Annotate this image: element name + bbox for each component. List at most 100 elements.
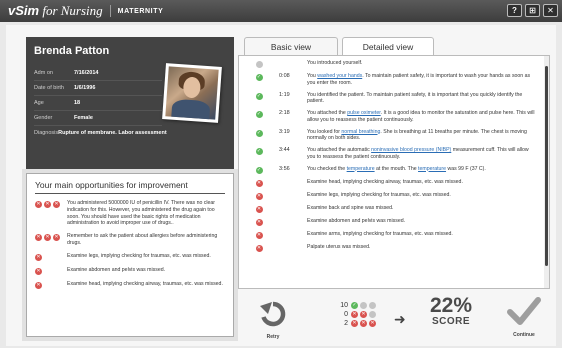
field-value: 7/16/2014: [74, 69, 99, 76]
log-status: ✕: [239, 205, 279, 213]
field-value: Rupture of membrane. Labor assessment: [58, 130, 167, 136]
error-icon: ✕: [255, 205, 263, 213]
log-status: ✕: [239, 244, 279, 252]
error-icon: ✕: [255, 192, 263, 200]
log-text-part: was 99 F (37 C).: [446, 165, 486, 172]
checkmark-icon: [507, 297, 541, 325]
log-entry: ✕ Examine head, implying checking airway,…: [239, 179, 549, 187]
improvement-item: ✕ Examine legs, implying checking for tra…: [35, 253, 225, 261]
log-status: ✕: [239, 231, 279, 239]
field-value: 18: [74, 100, 81, 106]
log-entry: ✓ 1:19 You identified the patient. To main…: [239, 92, 549, 106]
log-scrollbar-thumb[interactable]: [545, 66, 548, 266]
log-text: Examine abdomen and pelvis was missed.: [307, 218, 537, 225]
log-link[interactable]: washed your hands: [317, 73, 362, 79]
field-label: Age: [34, 100, 44, 106]
log-link[interactable]: pulse oximeter: [347, 110, 380, 116]
tab-basic-view[interactable]: Basic view: [244, 37, 338, 55]
retry-label: Retry: [266, 334, 280, 340]
improvement-item: ✕ ✕ ✕ Remember to ask the patient about all…: [35, 233, 225, 247]
error-icon: ✕: [53, 234, 60, 241]
log-entry: ✕ Examine back and spine was missed.: [239, 205, 549, 213]
log-entry: ✓ 3:56 You checked the temperature at the …: [239, 166, 549, 174]
log-text-part: You checked the: [307, 165, 347, 172]
log-text: Examine back and spine was missed.: [307, 205, 537, 212]
count-number: 10: [340, 302, 348, 309]
check-icon: ✓: [255, 166, 263, 174]
count-row: 10 ✓: [338, 301, 376, 310]
improvement-icons: ✕ ✕ ✕: [35, 233, 67, 247]
event-log: You introduced yourself. ✓ 0:08 You washed …: [238, 55, 550, 289]
log-link[interactable]: temperature: [418, 166, 446, 172]
title-divider: [109, 5, 111, 17]
check-icon: ✓: [255, 92, 263, 100]
patient-photo-image: [165, 66, 219, 120]
view-tabs: Basic view Detailed view: [244, 37, 434, 55]
retry-button[interactable]: Retry: [258, 301, 288, 340]
patient-card: Brenda Patton Adm on 7/16/2014 Date of bi…: [26, 37, 234, 173]
log-status: ✓: [239, 73, 279, 81]
window-controls: ? ⊞ ✕: [507, 4, 558, 17]
log-time: 1:19: [279, 91, 290, 98]
event-log-list: You introduced yourself. ✓ 0:08 You washed …: [239, 60, 549, 252]
log-link[interactable]: normal breathing: [341, 129, 380, 135]
log-text: You looked for normal breathing. She is …: [307, 129, 537, 143]
score-display: 22% SCORE: [430, 295, 472, 327]
check-icon: ✓: [351, 302, 358, 309]
help-button[interactable]: ?: [507, 4, 522, 17]
count-dots: ✓: [351, 302, 376, 309]
improvement-title: Your main opportunities for improvement: [35, 180, 225, 194]
log-text: You introduced yourself.: [307, 60, 537, 67]
log-text-part: You attached the automatic: [307, 147, 372, 153]
close-button[interactable]: ✕: [543, 4, 558, 17]
continue-label: Continue: [513, 332, 535, 338]
log-time: 3:44: [279, 147, 290, 153]
score-value: 22%: [430, 294, 473, 317]
log-text-part: Palpate uterus was missed.: [307, 243, 371, 250]
improvement-text: Examine head, implying checking airway, …: [67, 280, 223, 287]
log-text-part: Examine back and spine was missed.: [307, 204, 394, 211]
patient-name: Brenda Patton: [34, 45, 110, 57]
improvement-panel: Your main opportunities for improvement …: [26, 173, 234, 337]
log-text-part: Examine legs, implying checking for trau…: [307, 191, 451, 198]
error-icon: ✕: [360, 311, 367, 318]
improvement-item: ✕ ✕ ✕ You administered 5000000 IU of penici…: [35, 200, 225, 227]
count-dots: ✕ ✕ ✕: [351, 320, 376, 327]
log-scrollbar[interactable]: [544, 56, 549, 288]
error-icon: ✕: [255, 179, 263, 187]
log-entry: ✕ Examine abdomen and pelvis was missed.: [239, 218, 549, 226]
score-label: SCORE: [431, 316, 471, 327]
field-label: Adm on: [34, 69, 53, 76]
patient-field-row: Diagnosis Rupture of membrane. Labor asse…: [34, 125, 167, 140]
log-text-part: at the mouth. The: [374, 165, 419, 172]
log-text: You attached the pulse oximeter. It is a…: [307, 110, 537, 124]
log-time: 0:08: [279, 73, 290, 79]
continue-button[interactable]: Continue: [506, 297, 542, 338]
log-time: 3:56: [279, 165, 290, 172]
error-icon: ✕: [53, 201, 60, 208]
count-row: 0 ✕ ✕: [338, 310, 376, 319]
error-icon: ✕: [255, 244, 263, 252]
title-bar: vSim for Nursing MATERNITY ? ⊞ ✕: [0, 0, 562, 22]
retry-icon: [260, 301, 286, 327]
log-text: Examine head, implying checking airway, …: [307, 179, 537, 186]
photo-face: [182, 76, 202, 99]
main-area: Brenda Patton Adm on 7/16/2014 Date of bi…: [6, 25, 556, 346]
check-icon: ✓: [255, 74, 263, 81]
log-entry: ✓ 0:08 You washed your hands. To maintain …: [239, 73, 549, 87]
error-icon: ✕: [44, 234, 51, 241]
error-icon: ✕: [35, 281, 42, 289]
log-link[interactable]: temperature: [347, 166, 375, 172]
error-icon: ✕: [351, 320, 358, 327]
improvement-item: ✕ Examine head, implying checking airway,…: [35, 281, 225, 289]
log-text: You attached the automatic noninvasive b…: [307, 147, 537, 161]
error-icon: ✕: [35, 234, 42, 241]
fullscreen-button[interactable]: ⊞: [525, 4, 540, 17]
field-label: Date of birth: [34, 85, 64, 91]
log-link[interactable]: noninvasive blood pressure (NIBP): [371, 147, 451, 153]
photo-body: [171, 98, 211, 120]
log-text: You checked the temperature at the mouth…: [307, 166, 537, 173]
tab-detailed-view[interactable]: Detailed view: [342, 37, 434, 55]
log-time: 3:19: [279, 128, 290, 135]
log-status: ✓: [239, 147, 279, 155]
